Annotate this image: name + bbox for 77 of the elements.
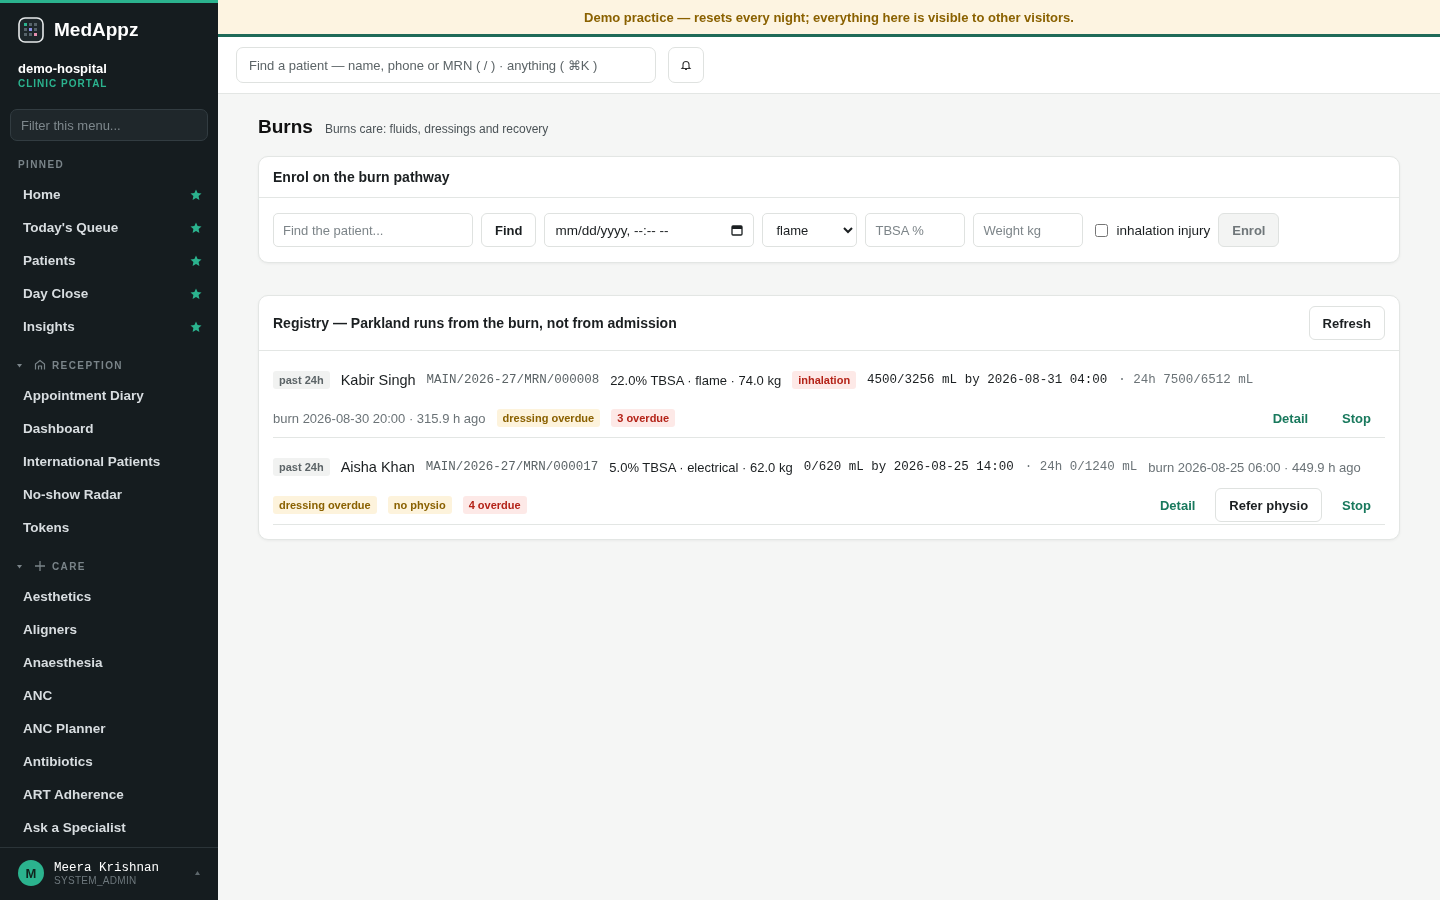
menu-item[interactable]: Aligners xyxy=(0,613,218,646)
flag-tag: inhalation xyxy=(792,371,857,389)
menu-item[interactable]: Ask a Specialist xyxy=(0,811,218,844)
portal-label: CLINIC PORTAL xyxy=(17,77,109,89)
page-subtitle: Burns care: fluids, dressings and recovery xyxy=(324,122,549,136)
calendar-icon xyxy=(731,224,744,236)
action-link[interactable]: Detail xyxy=(1145,488,1210,522)
action-link[interactable]: Stop xyxy=(1328,488,1385,522)
fluid-target: 0/620 mL by 2026-08-25 14:00 xyxy=(803,459,1014,476)
burn-summary: 5.0% TBSA · electrical · 62.0 kg xyxy=(609,458,793,477)
menu-item[interactable]: ANC xyxy=(0,679,218,712)
action-link[interactable]: Stop xyxy=(1328,401,1385,435)
menu-item[interactable]: Dashboard xyxy=(0,412,218,445)
status-tag: dressing overdue xyxy=(273,496,377,514)
time-window-tag: past 24h xyxy=(273,371,330,389)
status-tag: 3 overdue xyxy=(611,409,676,427)
section-heading: RECEPTION xyxy=(52,359,123,371)
menu-item[interactable]: Tokens xyxy=(0,511,218,544)
menu-item[interactable]: Day Close xyxy=(0,277,218,310)
organisation-name: demo-hospital xyxy=(17,60,108,76)
inhalation-checkbox[interactable] xyxy=(1095,223,1109,237)
brand-name: MedAppz xyxy=(54,19,139,41)
fluid-24h-total: · 24h 0/1240 mL xyxy=(1024,459,1138,476)
caret-icon[interactable] xyxy=(17,563,22,569)
status-tag: 4 overdue xyxy=(462,496,527,514)
refresh-button[interactable]: Refresh xyxy=(1308,306,1385,340)
search-field[interactable]: Find a patient — name, phone or MRN ( / ) · anything ( ⌘K ) xyxy=(236,47,656,83)
section-heading: CARE xyxy=(52,560,86,572)
mechanism-select[interactable]: flame xyxy=(762,213,858,247)
notifications-button[interactable] xyxy=(668,47,704,83)
fluid-target: 4500/3256 mL by 2026-08-31 04:00 xyxy=(867,372,1108,389)
status-tag: no physio xyxy=(387,496,452,514)
burn-time: burn 2026-08-30 20:00 · 315.9 h ago xyxy=(273,409,486,428)
card-title: Enrol on the burn pathway xyxy=(273,169,450,185)
house-icon xyxy=(34,359,46,371)
tbsa-field[interactable]: TBSA % xyxy=(865,213,966,247)
menu-item[interactable]: Patients xyxy=(0,244,218,277)
menu-item[interactable]: Aesthetics xyxy=(0,580,218,613)
time-window-tag: past 24h xyxy=(273,458,330,476)
mrn-text: MAIN/2026-27/MRN/000017 xyxy=(425,459,599,476)
menu-item[interactable]: Anaesthesia xyxy=(0,646,218,679)
user-name: Meera Krishnan xyxy=(54,860,161,875)
burn-summary: 22.0% TBSA · flame · 74.0 kg xyxy=(610,371,782,390)
menu-item[interactable]: ART Adherence xyxy=(0,778,218,811)
demo-banner: Demo practice — resets every night; everything here is visible to other visitors. xyxy=(218,0,1440,37)
menu-item[interactable]: International Patients xyxy=(0,445,218,478)
card-title: Registry — Parkland runs from the burn, not from admission xyxy=(273,315,677,331)
status-tag: dressing overdue xyxy=(496,409,601,427)
page-title: Burns xyxy=(258,116,313,138)
menu-item[interactable]: Antibiotics xyxy=(0,745,218,778)
user-role: SYSTEM_ADMIN xyxy=(54,874,138,886)
menu-item[interactable]: Home xyxy=(0,178,218,211)
find-button[interactable]: Find xyxy=(481,213,537,247)
weight-field[interactable]: Weight kg xyxy=(973,213,1084,247)
bell-icon xyxy=(680,59,692,71)
date-time-field[interactable]: mm/dd/yyyy, --:-- -- xyxy=(544,213,755,247)
caret-icon[interactable] xyxy=(195,871,200,875)
mrn-text: MAIN/2026-27/MRN/000008 xyxy=(426,372,600,389)
menu-item[interactable]: Insights xyxy=(0,310,218,343)
menu-filter-field[interactable]: Filter this menu... xyxy=(10,109,208,141)
app-logo-icon xyxy=(18,17,44,43)
fluid-24h-total: · 24h 7500/6512 mL xyxy=(1118,372,1254,389)
user-avatar: M xyxy=(18,860,44,886)
burn-time: burn 2026-08-25 06:00 · 449.9 h ago xyxy=(1148,458,1361,477)
menu-item[interactable]: ANC Planner xyxy=(0,712,218,745)
checkbox-label: inhalation injury xyxy=(1116,222,1211,238)
menu-item[interactable]: No-show Radar xyxy=(0,478,218,511)
patient-name: Kabir Singh xyxy=(340,371,416,390)
menu-item[interactable]: Appointment Diary xyxy=(0,379,218,412)
patient-name: Aisha Khan xyxy=(340,458,415,477)
caret-icon[interactable] xyxy=(17,362,22,368)
action-link[interactable]: Detail xyxy=(1258,401,1323,435)
menu-item[interactable]: Today's Queue xyxy=(0,211,218,244)
patient-search-field[interactable]: Find the patient... xyxy=(273,213,473,247)
action-button[interactable]: Refer physio xyxy=(1215,488,1323,522)
plus-icon xyxy=(34,560,46,572)
section-heading: PINNED xyxy=(18,159,65,170)
